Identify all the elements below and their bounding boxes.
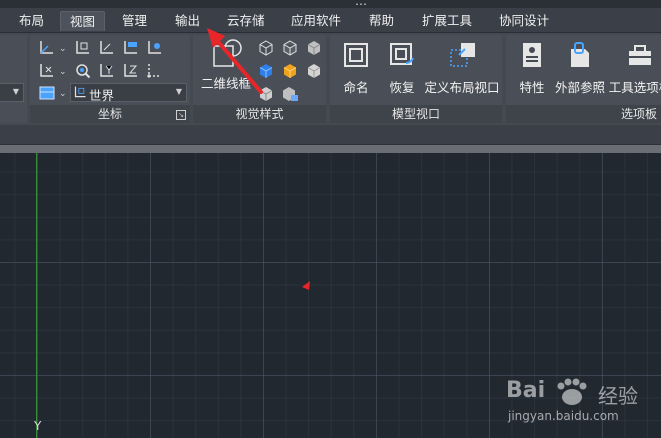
wireframe-cube-icon[interactable]: [257, 39, 275, 57]
define-layout-viewport-label: 定义布局视口: [424, 80, 500, 95]
ucs-previous-icon[interactable]: [98, 39, 116, 57]
panel-model-viewports: 命名 恢复 定义布局视口 模型视口: [330, 35, 502, 123]
conceptual-cube-icon[interactable]: [281, 62, 299, 80]
dialog-launcher-icon[interactable]: ↘: [176, 110, 186, 120]
baidu-watermark: Bai 经验 jingyan.baidu.com: [500, 378, 660, 434]
shaded-cube-icon[interactable]: [305, 39, 323, 57]
tool-palettes-icon: [629, 45, 651, 65]
watermark-brand: Bai: [506, 378, 546, 403]
hidden-cube-icon[interactable]: [281, 39, 299, 57]
ucs-y-icon[interactable]: [98, 62, 116, 80]
watermark-suffix: 经验: [598, 384, 638, 408]
palettes-panel-title: 选项板: [620, 107, 657, 121]
paw-icon: [557, 378, 587, 405]
panel-title-coordinates: 坐标: [30, 105, 190, 123]
ucs-selector-combo[interactable]: 世界 ▼: [70, 83, 187, 103]
ribbon: ▼ ⌄ ⌄ ⌄ 世界 ▼ 坐标 ↘ 二维线框 视觉样式 命名 恢复 定义布局视口…: [0, 33, 661, 125]
watermark-url: jingyan.baidu.com: [508, 409, 619, 423]
define-layout-viewport-icon: [450, 43, 475, 67]
properties-label: 特性: [519, 80, 545, 95]
visual-style-label: 二维线框: [200, 76, 251, 91]
ucs-icon[interactable]: [38, 39, 56, 57]
define-layout-viewport-button[interactable]: 定义布局视口: [424, 41, 500, 97]
coords-panel-title: 坐标: [97, 107, 122, 121]
window-title: …: [355, 0, 367, 8]
tab-applications[interactable]: 应用软件: [282, 11, 350, 31]
properties-icon: [523, 43, 541, 67]
gray-cube-icon[interactable]: [305, 62, 323, 80]
xref-button[interactable]: 外部参照: [552, 41, 608, 97]
cursor-arrow-icon: [302, 281, 310, 290]
ucs-named-icon[interactable]: [38, 84, 56, 102]
panel-coordinates: ⌄ ⌄ ⌄ 世界 ▼ 坐标 ↘: [30, 35, 190, 123]
ucs-world-icon: [74, 86, 86, 98]
named-viewports-label: 命名: [343, 80, 369, 95]
ucs-face-icon[interactable]: [122, 39, 140, 57]
y-axis-label: Y: [34, 419, 42, 433]
title-bar: …: [0, 0, 661, 8]
panel-partial-left: ▼: [0, 35, 27, 123]
tab-output[interactable]: 输出: [166, 11, 209, 31]
tab-extension-tools[interactable]: 扩展工具: [413, 11, 481, 31]
wireframe-style-icon: [213, 39, 242, 67]
chevron-down-icon[interactable]: ⌄: [59, 67, 67, 77]
ucs-x-icon[interactable]: [38, 62, 56, 80]
chevron-down-icon[interactable]: ⌄: [59, 44, 67, 54]
restore-viewport-icon: [390, 43, 414, 65]
ucs-view-icon[interactable]: [74, 62, 92, 80]
chevron-down-icon[interactable]: ⌄: [59, 89, 67, 99]
xref-label: 外部参照: [554, 80, 605, 95]
ribbon-footer-strip: [0, 125, 661, 145]
tab-cloud-storage[interactable]: 云存储: [218, 11, 274, 31]
named-viewports-icon: [344, 43, 368, 67]
panel-palettes: 特性 外部参照 工具选项板 选项板: [506, 35, 661, 123]
realistic-cube-icon[interactable]: [257, 62, 275, 80]
restore-viewport-label: 恢复: [389, 80, 415, 95]
tab-view[interactable]: 视图: [60, 11, 106, 31]
ucs-3point-icon[interactable]: [146, 62, 164, 80]
tab-layout[interactable]: 布局: [10, 11, 53, 31]
ucs-z-icon[interactable]: [122, 62, 140, 80]
tab-manage[interactable]: 管理: [113, 11, 156, 31]
ucs-object-icon[interactable]: [146, 39, 164, 57]
ribbon-tab-bar: 布局 视图 管理 输出 云存储 应用软件 帮助 扩展工具 协同设计: [0, 8, 661, 33]
tool-palettes-label: 工具选项板: [608, 80, 661, 95]
ucs-world-icon[interactable]: [74, 39, 92, 57]
named-viewports-button[interactable]: 命名: [334, 41, 378, 97]
sketchy-cube-icon[interactable]: [257, 85, 275, 103]
tab-help[interactable]: 帮助: [360, 11, 403, 31]
y-axis-line: [36, 153, 37, 438]
tab-collaboration[interactable]: 协同设计: [490, 11, 558, 31]
chevron-down-icon: ▼: [175, 87, 182, 96]
xref-icon: [571, 42, 589, 67]
ribbon-canvas-divider[interactable]: [0, 145, 661, 153]
xray-cube-icon[interactable]: [281, 85, 299, 103]
restore-viewport-button[interactable]: 恢复: [380, 41, 424, 97]
chevron-down-icon: ▼: [12, 87, 19, 96]
tool-palettes-button[interactable]: 工具选项板: [608, 41, 661, 97]
visual-style-button[interactable]: 二维线框: [197, 37, 255, 97]
panel-title-visual-styles: 视觉样式: [193, 105, 326, 123]
panel-visual-styles: 二维线框 视觉样式: [193, 35, 326, 123]
properties-button[interactable]: 特性: [512, 41, 552, 97]
model-viewports-panel-title: 模型视口: [391, 107, 440, 121]
partial-dropdown[interactable]: ▼: [0, 83, 24, 102]
panel-title-model-viewports: 模型视口: [330, 105, 502, 123]
visual-styles-panel-title: 视觉样式: [235, 107, 284, 121]
ucs-selector-value: 世界: [89, 88, 115, 103]
panel-title-palettes: 选项板: [506, 105, 661, 123]
